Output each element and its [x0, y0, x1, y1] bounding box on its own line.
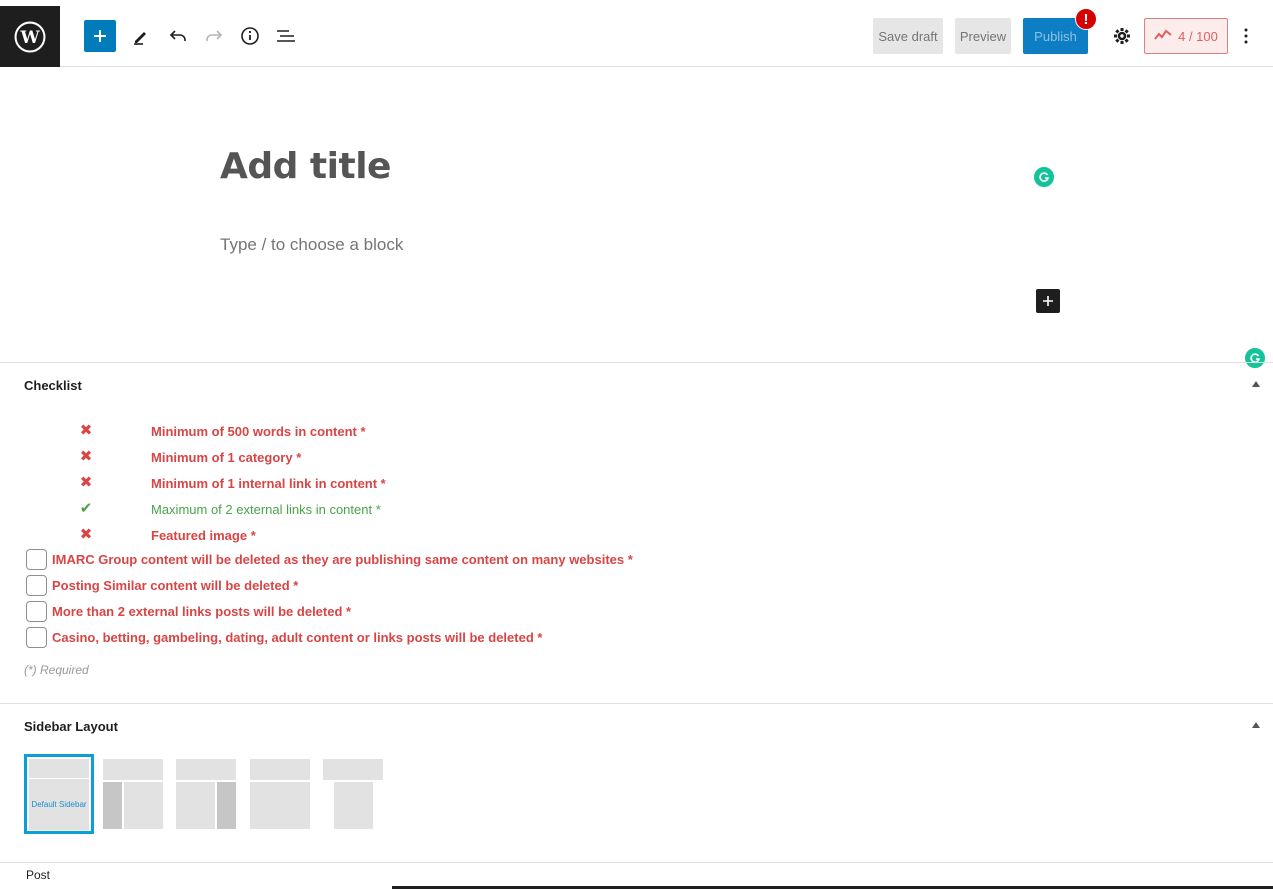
alert-badge: ! — [1075, 8, 1097, 30]
checkbox[interactable] — [26, 627, 47, 648]
checklist-item-label: Maximum of 2 external links in content * — [151, 502, 381, 517]
layout-header-block — [250, 759, 310, 780]
gear-icon[interactable] — [1106, 20, 1138, 52]
score-label: 4 / 100 — [1178, 28, 1218, 44]
checkbox-label[interactable]: More than 2 external links posts will be… — [52, 604, 351, 619]
layout-header-block — [29, 759, 89, 778]
preview-button[interactable]: Preview — [955, 18, 1011, 54]
checklist-item-label: Minimum of 1 category * — [151, 450, 302, 465]
checklist-item-label: Featured image * — [151, 528, 256, 543]
checkbox[interactable] — [26, 601, 47, 622]
cross-icon: ✖ — [79, 526, 93, 543]
grammarly-icon[interactable] — [1032, 165, 1056, 189]
cross-icon: ✖ — [79, 422, 93, 439]
checklist-item: ✖ Minimum of 1 internal link in content … — [0, 474, 900, 494]
footer-divider — [0, 862, 1273, 863]
layout-header-block — [176, 759, 236, 780]
layout-sidebar-block — [103, 782, 122, 829]
collapse-up-icon[interactable] — [1252, 722, 1260, 728]
seo-score-button[interactable]: 4 / 100 — [1144, 18, 1228, 54]
layout-header-block — [103, 759, 163, 780]
score-graph-icon — [1154, 29, 1172, 44]
checkmark-icon: ✔ — [79, 500, 93, 517]
pencil-icon[interactable] — [125, 20, 157, 52]
layout-option-default-sidebar[interactable]: Default Sidebar — [24, 754, 94, 834]
checkbox-label[interactable]: IMARC Group content will be deleted as t… — [52, 552, 633, 567]
checklist-item: ✖ Minimum of 500 words in content * — [0, 422, 900, 442]
layout-option-right-sidebar[interactable] — [176, 759, 236, 829]
layout-option-label: Default Sidebar — [29, 779, 89, 830]
layout-content-block — [176, 782, 215, 829]
cross-icon: ✖ — [79, 474, 93, 491]
checkbox[interactable] — [26, 575, 47, 596]
layout-option-left-sidebar[interactable] — [103, 759, 163, 829]
checklist-item: ✖ Featured image * — [0, 526, 900, 546]
layout-sidebar-block — [217, 782, 236, 829]
sidebar-layout-title[interactable]: Sidebar Layout — [24, 719, 118, 734]
layout-option-narrow-content[interactable] — [323, 759, 383, 829]
checkbox-label[interactable]: Casino, betting, gambeling, dating, adul… — [52, 630, 542, 645]
cross-icon: ✖ — [79, 448, 93, 465]
add-block-inline-icon[interactable] — [1036, 289, 1060, 313]
collapse-up-icon[interactable] — [1252, 381, 1260, 387]
list-view-icon[interactable] — [270, 20, 302, 52]
layout-content-block — [334, 782, 373, 829]
checklist-item: ✖ Minimum of 1 category * — [0, 448, 900, 468]
checklist-item: ✔ Maximum of 2 external links in content… — [0, 500, 900, 520]
checkbox-label[interactable]: Posting Similar content will be deleted … — [52, 578, 298, 593]
editor-toolbar: W Save draft Preview Publish ! 4 / 100 — [0, 6, 1273, 67]
post-title-input[interactable]: Add title — [220, 146, 391, 187]
layout-header-block — [323, 759, 383, 780]
more-options-icon[interactable] — [1230, 20, 1262, 52]
block-placeholder[interactable]: Type / to choose a block — [220, 235, 403, 255]
redo-icon[interactable] — [198, 20, 230, 52]
checklist-title[interactable]: Checklist — [24, 378, 82, 393]
checklist-item-label: Minimum of 500 words in content * — [151, 424, 366, 439]
wordpress-logo-icon[interactable]: W — [0, 6, 60, 67]
checkbox[interactable] — [26, 549, 47, 570]
svg-text:W: W — [19, 27, 40, 47]
layout-option-no-sidebar[interactable] — [250, 759, 310, 829]
layout-content-block — [124, 782, 163, 829]
add-block-button[interactable] — [84, 20, 116, 52]
info-icon[interactable] — [234, 20, 266, 52]
layout-content-block — [250, 782, 310, 829]
breadcrumb[interactable]: Post — [26, 868, 50, 882]
required-note: (*) Required — [24, 663, 89, 677]
save-draft-button[interactable]: Save draft — [873, 18, 943, 54]
checklist-item-label: Minimum of 1 internal link in content * — [151, 476, 386, 491]
undo-icon[interactable] — [162, 20, 194, 52]
